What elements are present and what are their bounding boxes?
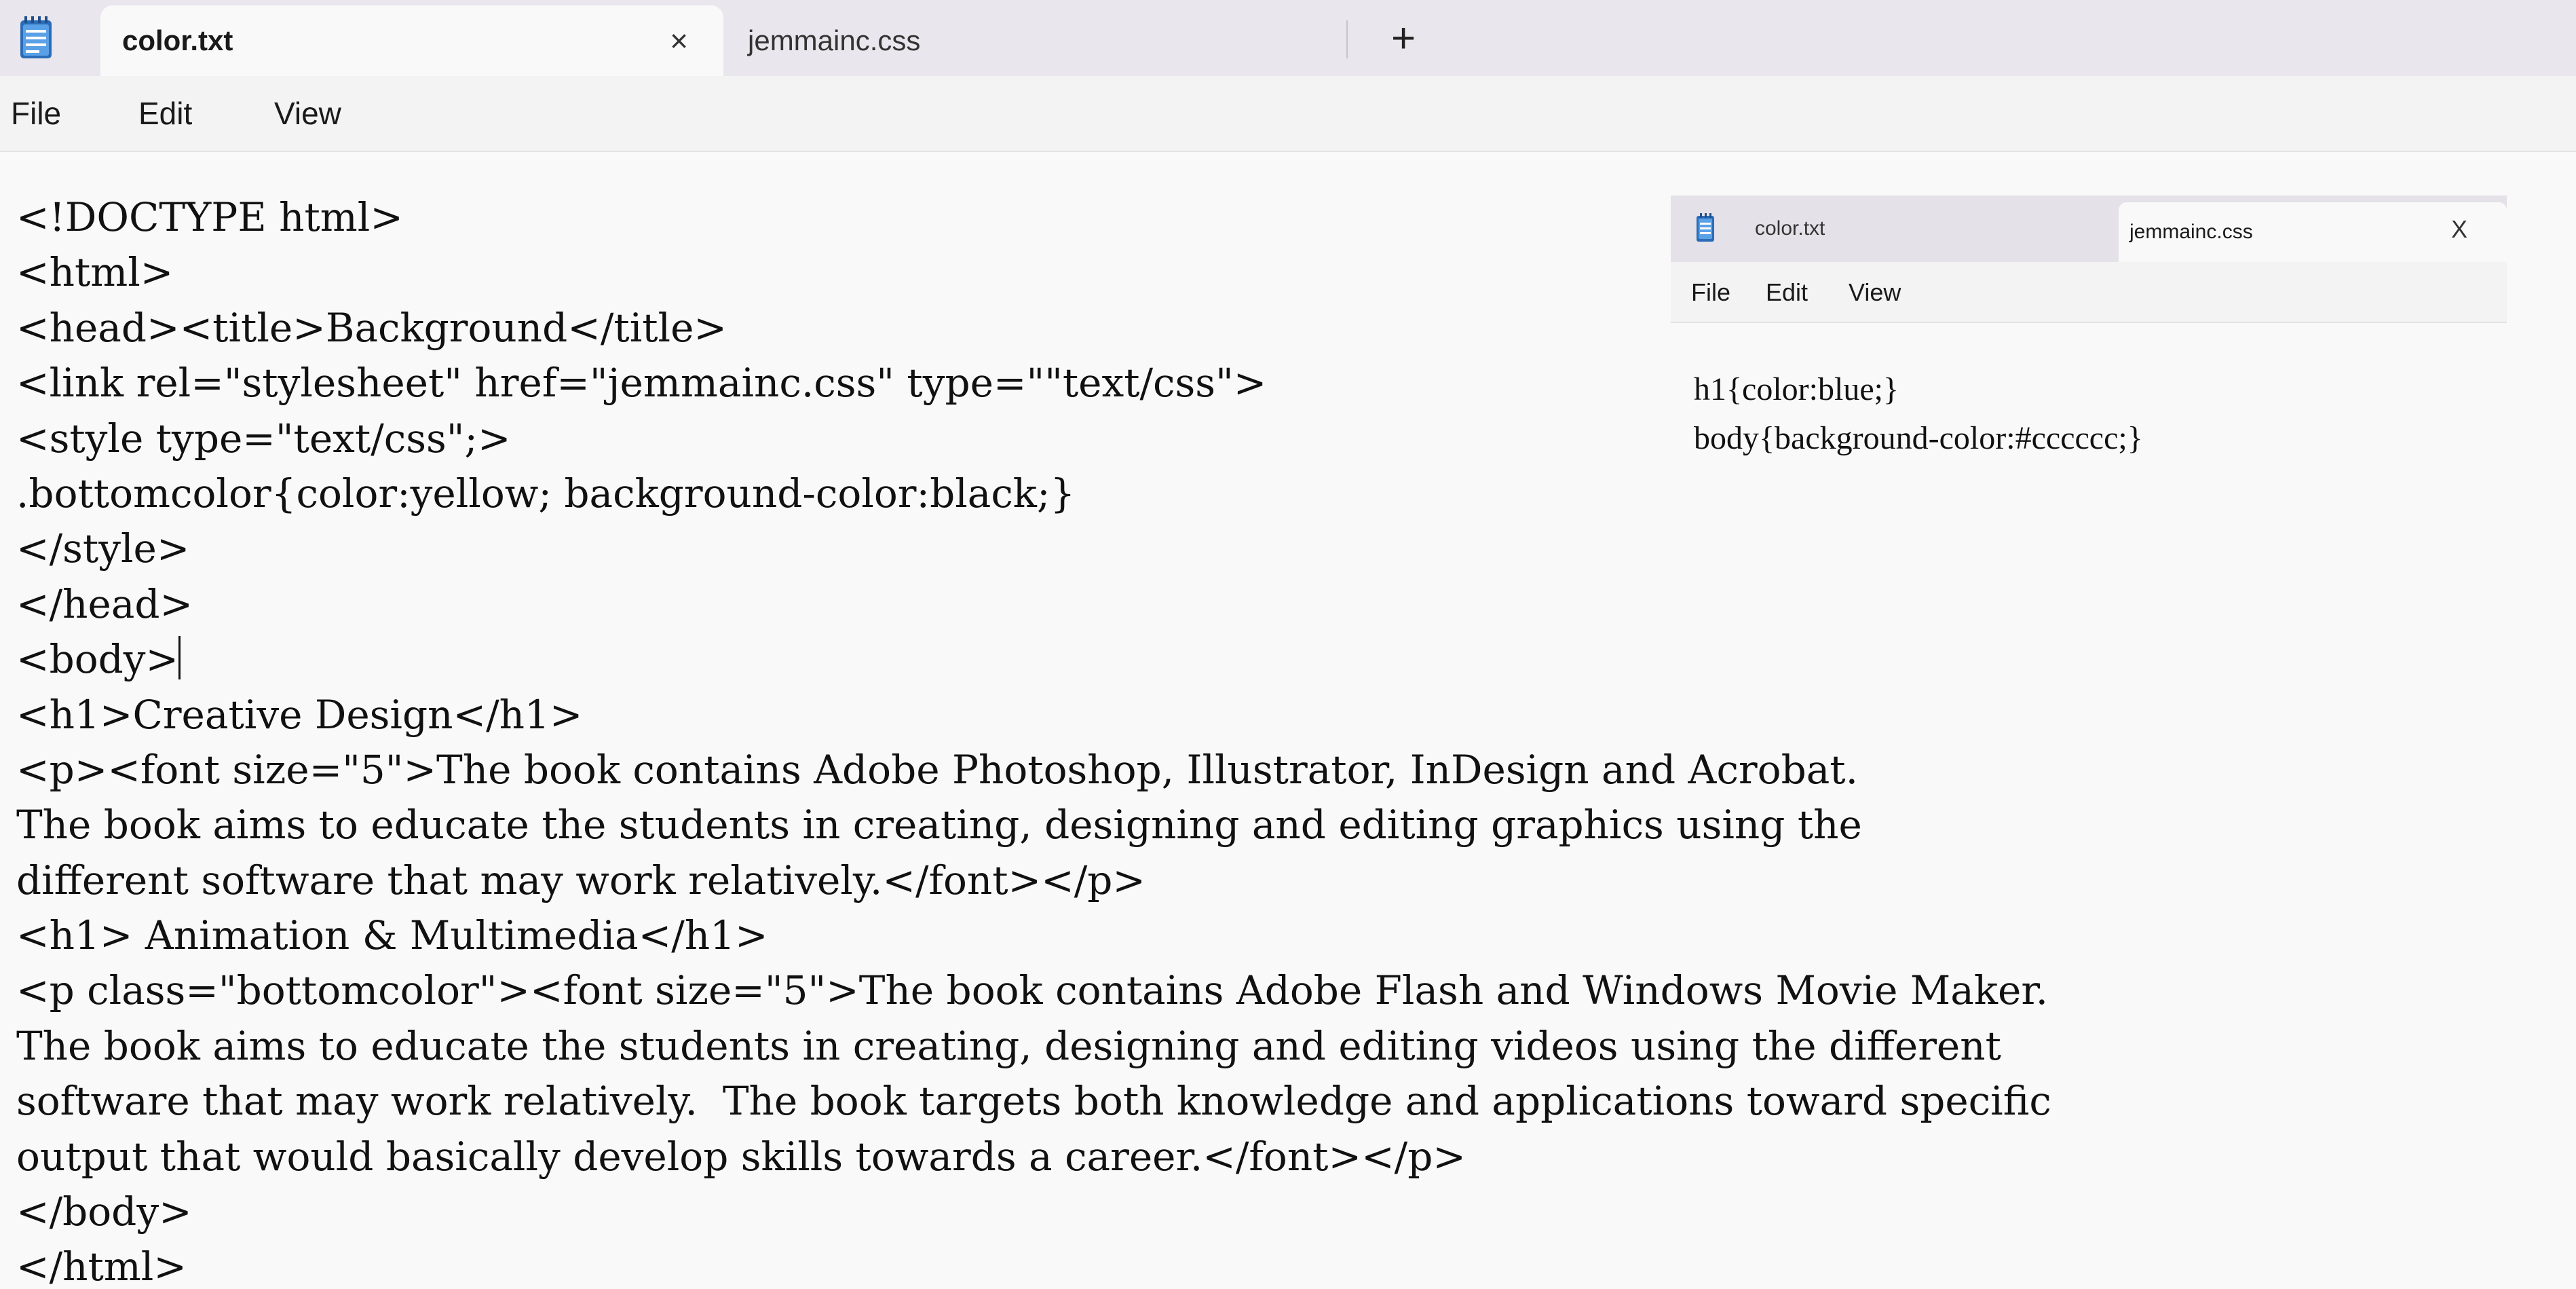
editor-line: different software that may work relativ… — [16, 857, 1145, 903]
tab-bar: color.txt × jemmainc.css + — [0, 0, 2576, 76]
editor-line-with-caret: <body> — [16, 632, 2568, 687]
menu-view[interactable]: View — [274, 95, 341, 132]
notepad-icon — [1697, 213, 1714, 242]
mini-menu-view[interactable]: View — [1849, 278, 1901, 307]
editor-line: The book aims to educate the students in… — [16, 802, 1862, 848]
menu-bar: File Edit View — [0, 76, 2576, 152]
editor-line: </html> — [16, 1244, 187, 1289]
tab-divider — [1346, 20, 1348, 58]
menu-file[interactable]: File — [11, 95, 61, 132]
editor-line: <h1>Creative Design</h1> — [16, 691, 583, 738]
editor-line: <h1> Animation & Multimedia</h1> — [16, 912, 768, 959]
mini-menu-bar: File Edit View — [1671, 262, 2507, 323]
close-icon[interactable]: × — [670, 23, 688, 58]
tab-label: color.txt — [122, 24, 233, 56]
tab-jemmainc-css[interactable]: jemmainc.css — [725, 5, 1346, 76]
editor-line-text: <body> — [16, 636, 179, 683]
mini-tab-color-txt[interactable]: color.txt — [1755, 195, 1825, 262]
editor-line: output that would basically develop skil… — [16, 1133, 1466, 1180]
editor-line: The book aims to educate the students in… — [16, 1022, 2001, 1069]
mini-menu-file[interactable]: File — [1691, 278, 1730, 307]
editor-line: </head> — [16, 580, 193, 627]
text-caret — [178, 636, 181, 680]
mini-tab-jemmainc-css[interactable]: jemmainc.css X — [2119, 202, 2507, 262]
close-icon[interactable]: X — [2451, 216, 2467, 243]
menu-edit[interactable]: Edit — [138, 95, 192, 132]
editor-line: software that may work relatively. The b… — [16, 1078, 2051, 1125]
editor-line: <p class="bottomcolor"><font size="5">Th… — [16, 967, 2049, 1014]
editor-line: </body> — [16, 1189, 192, 1235]
mini-tab-bar: color.txt jemmainc.css X — [1671, 195, 2507, 262]
mini-text-editor[interactable]: h1{color:blue;} body{background-color:#c… — [1694, 365, 2143, 463]
tab-label: jemmainc.css — [748, 24, 921, 56]
plus-icon[interactable]: + — [1391, 18, 1416, 60]
editor-line: </style> — [16, 525, 190, 572]
notepad-icon — [20, 16, 52, 58]
tab-color-txt[interactable]: color.txt × — [100, 5, 723, 76]
mini-editor-line: h1{color:blue;} — [1694, 371, 1899, 407]
mini-editor-line: body{background-color:#cccccc;} — [1694, 420, 2143, 456]
mini-menu-edit[interactable]: Edit — [1766, 278, 1808, 307]
editor-line: <p><font size="5">The book contains Adob… — [16, 746, 1859, 793]
mini-tab-label: jemmainc.css — [2129, 221, 2253, 243]
